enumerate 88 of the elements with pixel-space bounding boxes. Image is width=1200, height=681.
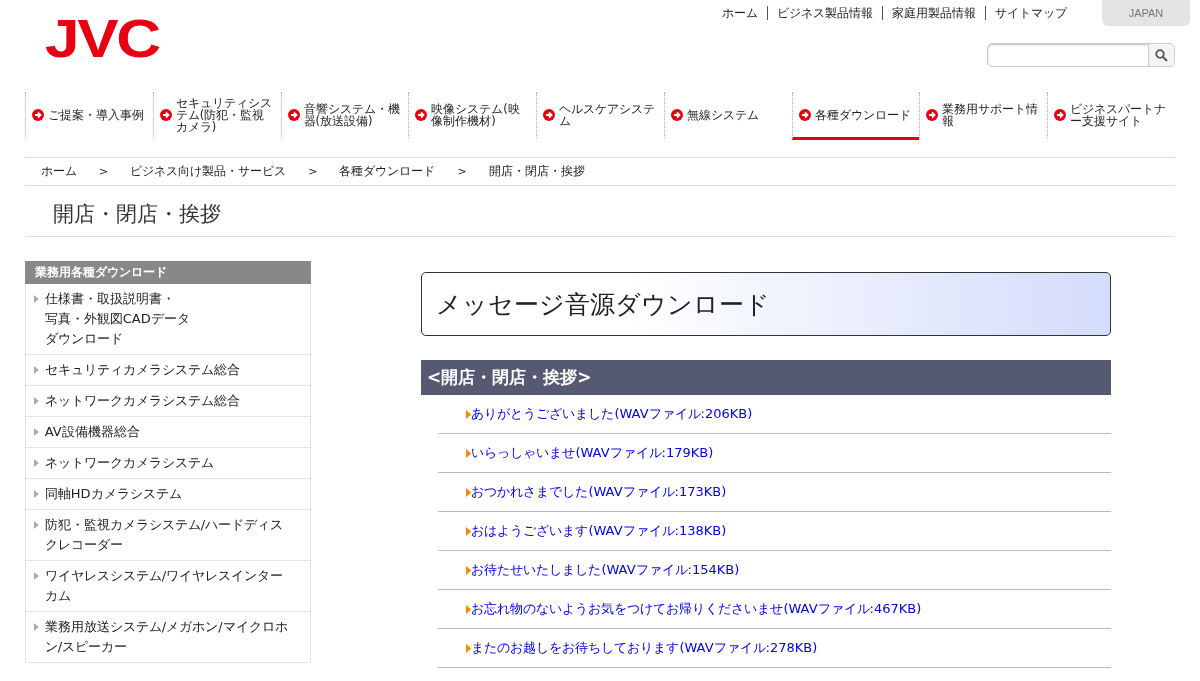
triangle-icon: [34, 572, 39, 580]
sidebar-item[interactable]: ワイヤレスシステム/ワイヤレスインターカム: [25, 561, 311, 612]
nav-label: 業務用サポート情報: [942, 102, 1040, 127]
sidebar-title: 業務用各種ダウンロード: [25, 261, 311, 284]
sidebar-item[interactable]: 業務用放送システム/メガホン/マイクロホン/スピーカー: [25, 612, 311, 663]
triangle-icon: [34, 623, 39, 631]
nav-label: 無線システム: [686, 108, 759, 121]
top-link[interactable]: 家庭用製品情報: [882, 6, 985, 20]
search-icon: [1155, 48, 1168, 62]
nav-label: ヘルスケアシステム: [559, 102, 657, 127]
download-link[interactable]: ありがとうございました(WAVファイル:206KB): [438, 395, 1111, 434]
top-link[interactable]: サイトマップ: [985, 6, 1076, 20]
nav-tab[interactable]: セキュリティシステム(防犯・監視カメラ): [152, 92, 281, 140]
nav-label: セキュリティシステム(防犯・監視カメラ): [175, 96, 273, 133]
sidebar-item[interactable]: ネットワークカメラシステム総合: [25, 386, 311, 417]
nav-tab[interactable]: ご提案・導入事例: [25, 92, 153, 140]
page-title: 開店・閉店・挨拶: [25, 186, 1175, 237]
triangle-icon: [466, 565, 472, 575]
sidebar-item[interactable]: セキュリティカメラシステム総合: [25, 355, 311, 386]
section-header: <開店・閉店・挨拶>: [421, 360, 1111, 395]
breadcrumb-separator: >: [457, 165, 467, 178]
heading-box: メッセージ音源ダウンロード: [421, 272, 1111, 336]
region-button[interactable]: JAPAN: [1102, 0, 1190, 26]
nav-tab[interactable]: 映像システム(映像制作機材): [408, 92, 537, 140]
breadcrumb-separator: >: [308, 165, 318, 178]
triangle-icon: [34, 295, 39, 303]
download-link[interactable]: おつかれさまでした(WAVファイル:173KB): [438, 473, 1111, 512]
breadcrumb-link[interactable]: ビジネス向け製品・サービス: [130, 163, 287, 180]
triangle-icon: [466, 604, 472, 614]
download-link[interactable]: いらっしゃいませ(WAVファイル:179KB): [438, 434, 1111, 473]
triangle-icon: [466, 526, 472, 536]
sidebar-label: 業務用放送システム/メガホン/マイクロホン/スピーカー: [44, 618, 288, 656]
arrow-icon: [415, 108, 428, 121]
nav-label: 映像システム(映像制作機材): [431, 102, 521, 127]
breadcrumb-link[interactable]: ホーム: [41, 163, 77, 180]
download-link[interactable]: お忘れ物のないようお気をつけてお帰りくださいませ(WAVファイル:467KB): [438, 590, 1111, 629]
nav-tab[interactable]: ビジネスパートナー支援サイト: [1047, 92, 1176, 140]
arrow-icon: [32, 108, 44, 121]
sidebar-item[interactable]: 防犯・監視カメラシステム/ハードディスクレコーダー: [25, 510, 311, 561]
triangle-icon: [34, 366, 39, 374]
nav-label: 各種ダウンロード: [814, 108, 911, 121]
sidebar-label: ワイヤレスシステム/ワイヤレスインターカム: [44, 567, 285, 605]
download-link[interactable]: おはようございます(WAVファイル:138KB): [438, 512, 1111, 551]
sidebar-label: 同軸HDカメラシステム: [44, 485, 182, 503]
breadcrumb-link[interactable]: 各種ダウンロード: [339, 163, 436, 180]
top-link[interactable]: ホーム: [713, 6, 767, 20]
sidebar-label: セキュリティカメラシステム総合: [44, 361, 240, 379]
sidebar-item[interactable]: 仕様書・取扱説明書・ 写真・外観図CADデータ ダウンロード: [25, 284, 311, 355]
nav-tab[interactable]: 無線システム: [663, 92, 792, 140]
breadcrumb-link[interactable]: 開店・閉店・挨拶: [488, 163, 585, 180]
search-button[interactable]: [1148, 44, 1174, 66]
triangle-icon: [466, 409, 472, 419]
sidebar-label: 仕様書・取扱説明書・ 写真・外観図CADデータ ダウンロード: [44, 290, 190, 348]
sidebar-label: ネットワークカメラシステム: [44, 454, 214, 472]
top-link[interactable]: ビジネス製品情報: [767, 6, 882, 20]
arrow-icon: [926, 108, 939, 121]
sidebar-label: 防犯・監視カメラシステム/ハードディスクレコーダー: [44, 516, 285, 554]
nav-tab[interactable]: 音響システム・機器(放送設備): [280, 92, 409, 140]
arrow-icon: [1054, 108, 1067, 121]
triangle-icon: [34, 428, 39, 436]
search-field[interactable]: [987, 43, 1175, 67]
sidebar-item[interactable]: 同軸HDカメラシステム: [25, 479, 311, 510]
triangle-icon: [34, 459, 39, 467]
triangle-icon: [34, 490, 39, 498]
arrow-icon: [159, 108, 172, 121]
breadcrumb-separator: >: [99, 165, 109, 178]
sidebar-label: ネットワークカメラシステム総合: [44, 392, 240, 410]
nav-tab[interactable]: ヘルスケアシステム: [536, 92, 664, 140]
triangle-icon: [34, 397, 39, 405]
download-link[interactable]: またのお越しをお待ちしております(WAVファイル:278KB): [438, 629, 1111, 668]
arrow-icon: [670, 108, 683, 121]
nav-tab[interactable]: 各種ダウンロード: [791, 92, 920, 140]
sidebar-label: AV設備機器総合: [44, 423, 140, 441]
nav-label: ご提案・導入事例: [48, 108, 144, 121]
logo[interactable]: JVC: [45, 8, 159, 92]
arrow-icon: [798, 108, 811, 121]
arrow-icon: [543, 108, 556, 121]
triangle-icon: [34, 521, 39, 529]
triangle-icon: [466, 643, 472, 653]
triangle-icon: [466, 448, 472, 458]
triangle-icon: [466, 487, 472, 497]
nav-label: 音響システム・機器(放送設備): [303, 102, 401, 127]
sidebar-item[interactable]: ネットワークカメラシステム: [25, 448, 311, 479]
sidebar-item[interactable]: AV設備機器総合: [25, 417, 311, 448]
nav-label: ビジネスパートナー支援サイト: [1070, 102, 1168, 127]
arrow-icon: [287, 108, 300, 121]
download-link[interactable]: お待たせいたしました(WAVファイル:154KB): [438, 551, 1111, 590]
nav-tab[interactable]: 業務用サポート情報: [919, 92, 1048, 140]
